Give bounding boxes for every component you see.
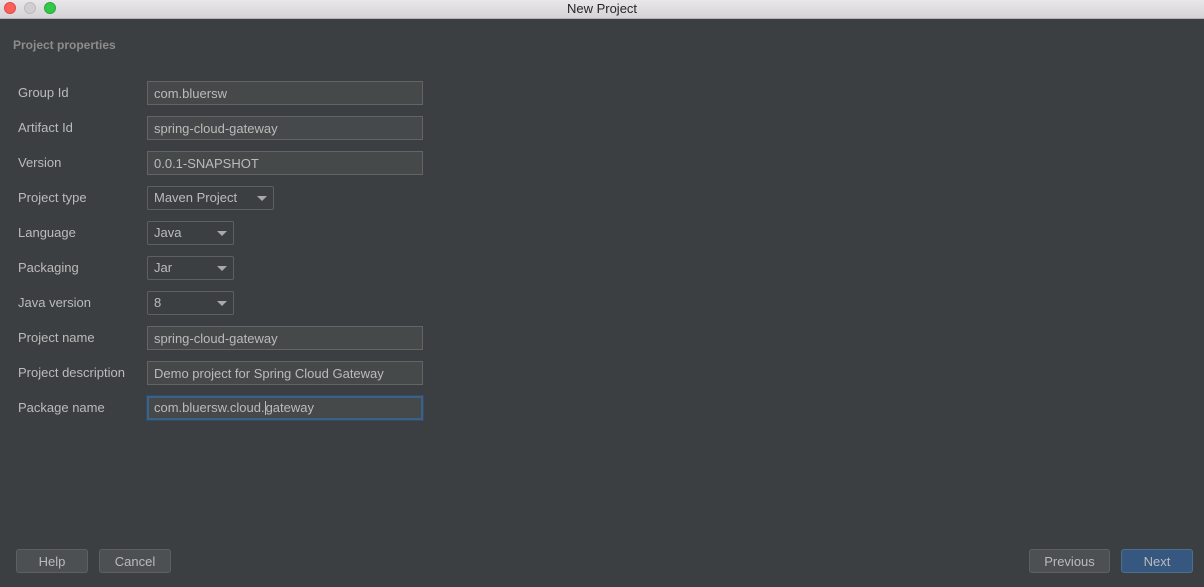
project-type-label: Project type: [18, 190, 87, 205]
window-title: New Project: [566, 1, 638, 16]
chevron-down-icon: [217, 301, 227, 306]
packaging-select[interactable]: Jar: [147, 256, 234, 280]
package-name-text-after-caret: gateway: [265, 400, 314, 415]
artifact-id-label: Artifact Id: [18, 120, 73, 135]
language-label: Language: [18, 225, 76, 240]
java-version-value: 8: [154, 295, 162, 310]
project-name-row: Project name: [18, 326, 438, 350]
chevron-down-icon: [217, 231, 227, 236]
group-id-row: Group Id: [18, 81, 438, 105]
section-title: Project properties: [13, 38, 116, 52]
project-name-input[interactable]: [147, 326, 423, 350]
package-name-input[interactable]: com.bluersw.cloud.gateway: [147, 396, 423, 420]
project-description-label: Project description: [18, 365, 125, 380]
language-value: Java: [154, 225, 182, 240]
chevron-down-icon: [257, 196, 267, 201]
cancel-button[interactable]: Cancel: [99, 549, 171, 573]
help-button[interactable]: Help: [16, 549, 88, 573]
java-version-select[interactable]: 8: [147, 291, 234, 315]
chevron-down-icon: [217, 266, 227, 271]
java-version-row: Java version 8: [18, 291, 438, 315]
artifact-id-input[interactable]: [147, 116, 423, 140]
group-id-label: Group Id: [18, 85, 69, 100]
packaging-value: Jar: [154, 260, 173, 275]
version-input[interactable]: [147, 151, 423, 175]
version-row: Version: [18, 151, 438, 175]
previous-button[interactable]: Previous: [1029, 549, 1110, 573]
java-version-label: Java version: [18, 295, 91, 310]
version-label: Version: [18, 155, 62, 170]
project-name-label: Project name: [18, 330, 95, 345]
package-name-row: Package name com.bluersw.cloud.gateway: [18, 396, 438, 420]
artifact-id-row: Artifact Id: [18, 116, 438, 140]
packaging-row: Packaging Jar: [18, 256, 438, 280]
language-row: Language Java: [18, 221, 438, 245]
project-description-row: Project description: [18, 361, 438, 385]
package-name-text-before-caret: com.bluersw.cloud.: [154, 400, 265, 415]
project-type-select[interactable]: Maven Project: [147, 186, 274, 210]
packaging-label: Packaging: [18, 260, 79, 275]
project-type-row: Project type Maven Project: [18, 186, 438, 210]
next-button[interactable]: Next: [1121, 549, 1193, 573]
new-project-window: New Project Project properties Group Id …: [0, 0, 1204, 587]
project-description-input[interactable]: [147, 361, 423, 385]
group-id-input[interactable]: [147, 81, 423, 105]
package-name-label: Package name: [18, 400, 105, 415]
language-select[interactable]: Java: [147, 221, 234, 245]
project-type-value: Maven Project: [154, 190, 238, 205]
title-bar: New Project: [0, 0, 1204, 19]
